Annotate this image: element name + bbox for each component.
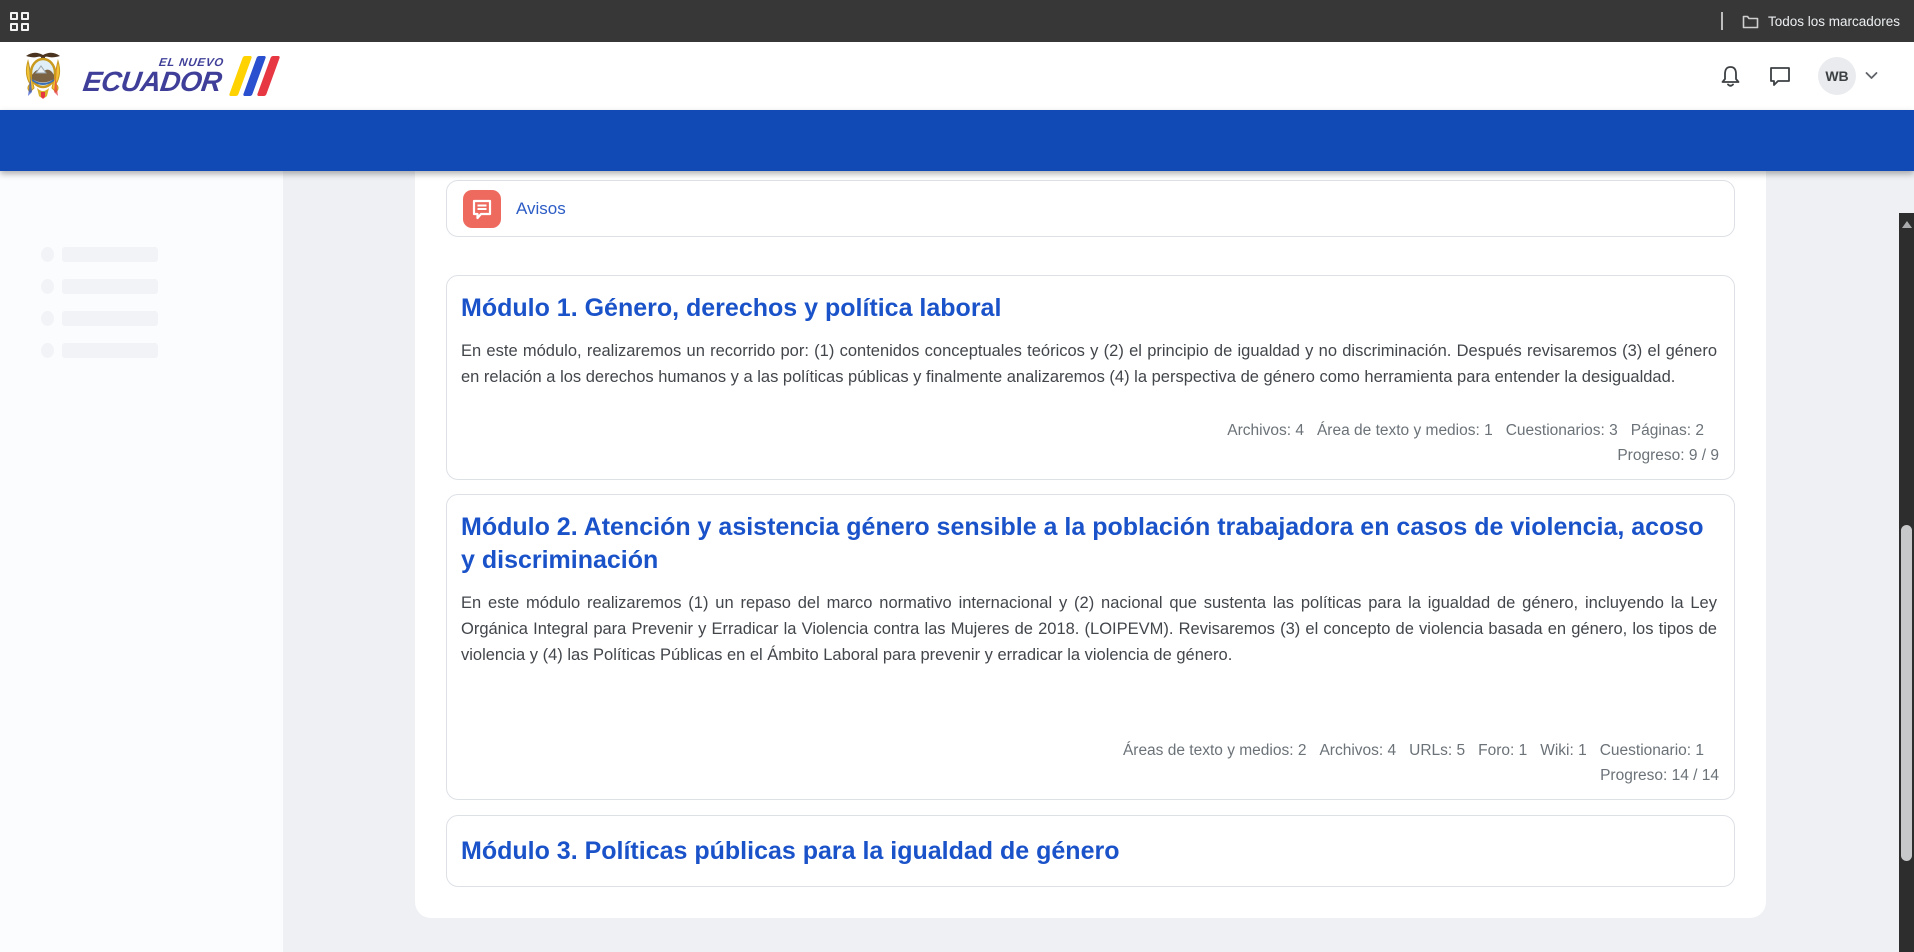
stat-item: Archivos: 4	[1227, 422, 1304, 439]
flag-stripes-icon	[236, 56, 273, 96]
header-actions: WB	[1719, 57, 1914, 95]
apps-grid-square	[10, 23, 18, 31]
course-content-surface: Avisos Módulo 1. Género, derechos y polí…	[415, 171, 1766, 918]
skeleton-bar	[62, 247, 158, 262]
browser-bookmarks-bar: Todos los marcadores	[0, 0, 1914, 42]
stat-item: URLs: 5	[1409, 742, 1465, 759]
logo-main-text: ECUADOR	[81, 69, 223, 95]
stat-item: Área de texto y medios: 1	[1317, 422, 1493, 439]
module-1-title[interactable]: Módulo 1. Género, derechos y política la…	[447, 276, 1734, 325]
module-1-activity-counts: Archivos: 4 Área de texto y medios: 1 Cues…	[447, 418, 1734, 443]
app-header: EL NUEVO ECUADOR WB	[0, 42, 1914, 110]
skeleton-dot	[41, 311, 54, 326]
announcement-icon	[463, 190, 501, 228]
stat-item: Páginas: 2	[1631, 422, 1704, 439]
el-nuevo-ecuador-wordmark: EL NUEVO ECUADOR	[84, 56, 273, 96]
chevron-down-icon[interactable]	[1865, 67, 1878, 85]
skeleton-bar	[62, 311, 158, 326]
skeleton-bar	[62, 343, 158, 358]
skeleton-dot	[41, 279, 54, 294]
stat-item: Foro: 1	[1478, 742, 1527, 759]
module-2-title[interactable]: Módulo 2. Atención y asistencia género s…	[447, 495, 1734, 577]
apps-grid-square	[21, 12, 29, 20]
apps-grid-square	[10, 12, 18, 20]
module-2-activity-counts: Áreas de texto y medios: 2 Archivos: 4 URL…	[447, 738, 1734, 763]
module-2-meta: Áreas de texto y medios: 2 Archivos: 4 URL…	[447, 738, 1734, 799]
page-scrollbar[interactable]	[1899, 213, 1914, 952]
announcements-link[interactable]: Avisos	[516, 199, 566, 219]
module-1-progress: Progreso: 9 / 9	[447, 443, 1734, 468]
page-background: Avisos Módulo 1. Género, derechos y polí…	[0, 171, 1914, 952]
user-menu[interactable]: WB	[1818, 57, 1878, 95]
announcements-activity[interactable]: Avisos	[446, 180, 1735, 237]
bookmarks-divider	[1721, 12, 1723, 30]
module-2-card: Módulo 2. Atención y asistencia género s…	[446, 494, 1735, 800]
ecuador-coat-of-arms-icon	[20, 48, 66, 105]
bookmarks-label: Todos los marcadores	[1768, 14, 1900, 29]
skeleton-row	[41, 343, 283, 358]
skeleton-dot	[41, 247, 54, 262]
course-index-drawer	[0, 171, 283, 952]
stat-item: Cuestionario: 1	[1600, 742, 1704, 759]
folder-icon	[1742, 14, 1759, 29]
apps-grid-square	[21, 23, 29, 31]
module-1-description: En este módulo, realizaremos un recorrid…	[461, 338, 1717, 390]
bell-icon[interactable]	[1719, 64, 1742, 88]
chat-icon[interactable]	[1768, 65, 1792, 88]
skeleton-dot	[41, 343, 54, 358]
skeleton-row	[41, 247, 283, 262]
module-2-progress: Progreso: 14 / 14	[447, 763, 1734, 788]
skeleton-row	[41, 311, 283, 326]
primary-navbar	[0, 110, 1914, 171]
module-3-card: Módulo 3. Políticas públicas para la igu…	[446, 815, 1735, 887]
skeleton-row	[41, 279, 283, 294]
stat-item: Cuestionarios: 3	[1506, 422, 1618, 439]
stat-item: Archivos: 4	[1319, 742, 1396, 759]
module-3-title[interactable]: Módulo 3. Políticas públicas para la igu…	[447, 816, 1734, 868]
all-bookmarks-button[interactable]: Todos los marcadores	[1721, 12, 1914, 30]
scroll-up-arrow-icon[interactable]	[1902, 221, 1912, 228]
site-logo[interactable]: EL NUEVO ECUADOR	[0, 48, 273, 105]
module-2-description: En este módulo realizaremos (1) un repas…	[461, 590, 1717, 668]
stat-item: Wiki: 1	[1540, 742, 1587, 759]
stat-item: Áreas de texto y medios: 2	[1123, 742, 1307, 759]
avatar[interactable]: WB	[1818, 57, 1856, 95]
scrollbar-thumb[interactable]	[1901, 525, 1912, 861]
skeleton-bar	[62, 279, 158, 294]
module-1-card: Módulo 1. Género, derechos y política la…	[446, 275, 1735, 480]
apps-grid-icon[interactable]	[10, 12, 29, 31]
module-1-meta: Archivos: 4 Área de texto y medios: 1 Cues…	[447, 418, 1734, 479]
